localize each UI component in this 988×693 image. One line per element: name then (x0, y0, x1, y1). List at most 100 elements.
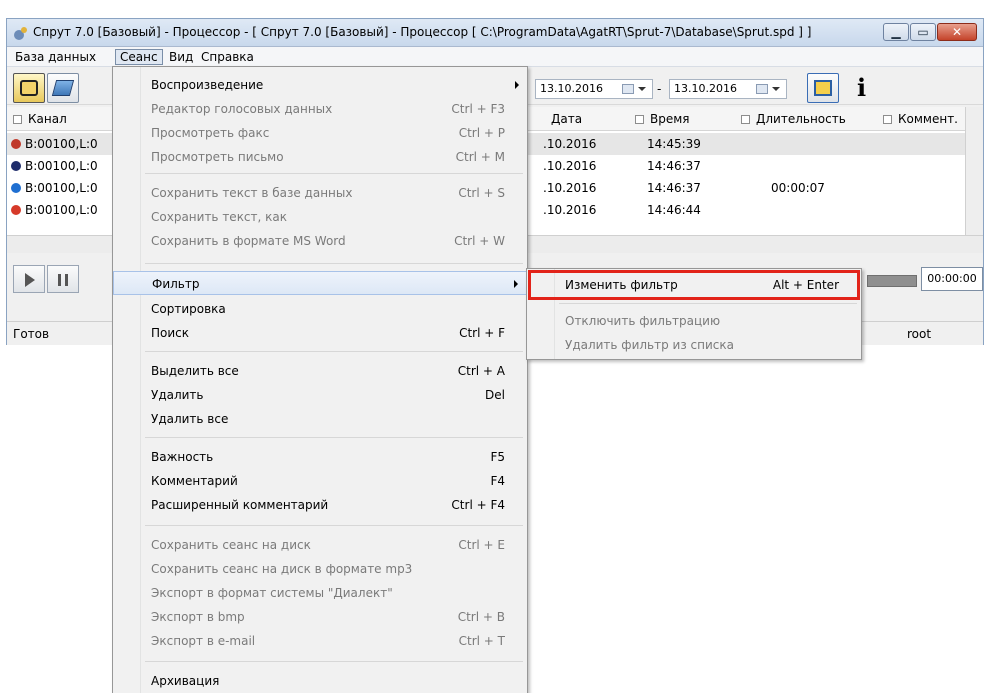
maximize-icon: ▭ (917, 25, 929, 39)
menu-item-view-fax[interactable]: Просмотреть факс Ctrl + P (113, 121, 527, 145)
menu-separator (559, 303, 857, 304)
date-from-field[interactable]: 13.10.2016 (535, 79, 653, 99)
play-button[interactable] (13, 265, 45, 293)
database-button[interactable] (13, 73, 45, 103)
menu-item-view-letter[interactable]: Просмотреть письмо Ctrl + M (113, 145, 527, 169)
menu-item-select-all[interactable]: Выделить все Ctrl + A (113, 359, 527, 383)
column-header-duration[interactable]: Длительность (741, 111, 846, 127)
menu-item-remove-filter[interactable]: Удалить фильтр из списка (527, 333, 861, 357)
menu-item-archive[interactable]: Архивация (113, 669, 527, 693)
menu-item-delete-all[interactable]: Удалить все (113, 407, 527, 431)
menu-item-export-dialect[interactable]: Экспорт в формат системы "Диалект" (113, 581, 527, 605)
report-button[interactable] (807, 73, 839, 103)
menu-item-save-text-db[interactable]: Сохранить текст в базе данных Ctrl + S (113, 181, 527, 205)
menu-item-shortcut: Ctrl + P (458, 126, 505, 140)
menu-item-save-session-mp3[interactable]: Сохранить сеанс на диск в формате mp3 (113, 557, 527, 581)
menu-separator (145, 263, 523, 264)
menu-item-importance[interactable]: Важность F5 (113, 445, 527, 469)
menu-item-save-session-disk[interactable]: Сохранить сеанс на диск Ctrl + E (113, 533, 527, 557)
cell-channel: B:00100,L:0 (25, 181, 98, 195)
menu-item-label: Удалить (151, 388, 204, 402)
calendar-icon (756, 84, 768, 94)
column-checkbox[interactable] (741, 115, 750, 124)
menu-item-search[interactable]: Поиск Ctrl + F (113, 321, 527, 345)
menu-item-label: Воспроизведение (151, 78, 264, 92)
chevron-down-icon (772, 87, 780, 91)
menu-item-save-text-as[interactable]: Сохранить текст, как (113, 205, 527, 229)
menu-item-save-ms-word[interactable]: Сохранить в формате MS Word Ctrl + W (113, 229, 527, 253)
column-header-date[interactable]: Дата (551, 111, 582, 127)
menu-item-extended-comment[interactable]: Расширенный комментарий Ctrl + F4 (113, 493, 527, 517)
info-button[interactable]: i (853, 75, 873, 103)
menu-item-shortcut: Ctrl + B (457, 610, 505, 624)
column-label: Дата (551, 112, 583, 126)
title-bar[interactable]: Спрут 7.0 [Базовый] - Процессор - [ Спру… (7, 19, 983, 47)
menu-help[interactable]: Справка (197, 49, 258, 65)
highlight-box (528, 270, 860, 300)
pause-button[interactable] (47, 265, 79, 293)
records-button[interactable] (47, 73, 79, 103)
menu-item-shortcut: F5 (490, 450, 505, 464)
date-separator: - (657, 82, 662, 96)
menu-item-shortcut: Ctrl + S (458, 186, 505, 200)
minimize-button[interactable]: ▁ (883, 23, 909, 41)
cell-duration: 00:00:07 (771, 181, 825, 195)
vertical-scrollbar[interactable] (965, 107, 983, 235)
menu-item-sort[interactable]: Сортировка (113, 297, 527, 321)
menu-separator (145, 351, 523, 352)
menu-item-label: Сохранить в формате MS Word (151, 234, 346, 248)
menu-item-shortcut: Ctrl + F (459, 326, 505, 340)
menu-view[interactable]: Вид (165, 49, 197, 65)
status-user: root (907, 327, 932, 341)
column-header-comment[interactable]: Коммент. (883, 111, 958, 127)
column-header-channel[interactable]: Канал (13, 111, 67, 127)
cell-date: .10.2016 (543, 159, 597, 173)
date-to-field[interactable]: 13.10.2016 (669, 79, 787, 99)
cell-channel: B:00100,L:0 (25, 137, 98, 151)
level-bar (867, 275, 917, 287)
menu-item-label: Важность (151, 450, 214, 464)
menu-item-label: Просмотреть факс (151, 126, 270, 140)
menu-item-shortcut: Ctrl + A (457, 364, 505, 378)
record-icon (11, 183, 21, 193)
menu-item-voice-editor[interactable]: Редактор голосовых данных Ctrl + F3 (113, 97, 527, 121)
menu-bar: База данных Сеанс Вид Справка (7, 47, 983, 67)
menu-item-label: Поиск (151, 326, 190, 340)
column-header-time[interactable]: Время (635, 111, 690, 127)
menu-item-delete[interactable]: Удалить Del (113, 383, 527, 407)
menu-item-shortcut: Ctrl + W (454, 234, 505, 248)
close-icon: ✕ (951, 25, 963, 39)
record-icon (11, 205, 21, 215)
menu-session[interactable]: Сеанс (115, 49, 163, 65)
column-checkbox[interactable] (635, 115, 644, 124)
menu-item-shortcut: Ctrl + T (458, 634, 505, 648)
menu-database[interactable]: База данных (11, 49, 100, 65)
menu-item-playback[interactable]: Воспроизведение (113, 73, 527, 97)
menu-item-label: Экспорт в bmp (151, 610, 245, 624)
menu-item-filter[interactable]: Фильтр (113, 271, 527, 295)
menu-item-label: Экспорт в e-mail (151, 634, 256, 648)
close-button[interactable]: ✕ (937, 23, 977, 41)
menu-item-shortcut: Ctrl + M (455, 150, 505, 164)
menu-item-label: Сохранить сеанс на диск в формате mp3 (151, 562, 413, 576)
column-label: Длительность (756, 112, 846, 126)
menu-item-label: Сохранить текст, как (151, 210, 288, 224)
column-label: Коммент. (898, 112, 958, 126)
pause-icon (58, 274, 68, 286)
menu-item-comment[interactable]: Комментарий F4 (113, 469, 527, 493)
column-label: Время (650, 112, 690, 126)
column-checkbox[interactable] (13, 115, 22, 124)
menu-item-label: Сохранить текст в базе данных (151, 186, 353, 200)
menu-item-export-bmp[interactable]: Экспорт в bmp Ctrl + B (113, 605, 527, 629)
menu-item-label: Редактор голосовых данных (151, 102, 333, 116)
menu-item-shortcut: Del (485, 388, 505, 402)
maximize-button[interactable]: ▭ (910, 23, 936, 41)
cell-time: 14:46:37 (647, 159, 701, 173)
menu-item-label: Комментарий (151, 474, 238, 488)
menu-item-label: Архивация (151, 674, 220, 688)
column-checkbox[interactable] (883, 115, 892, 124)
menu-item-label: Отключить фильтрацию (565, 314, 721, 328)
menu-item-export-email[interactable]: Экспорт в e-mail Ctrl + T (113, 629, 527, 653)
menu-item-disable-filter[interactable]: Отключить фильтрацию (527, 309, 861, 333)
submenu-arrow-icon (515, 81, 519, 89)
